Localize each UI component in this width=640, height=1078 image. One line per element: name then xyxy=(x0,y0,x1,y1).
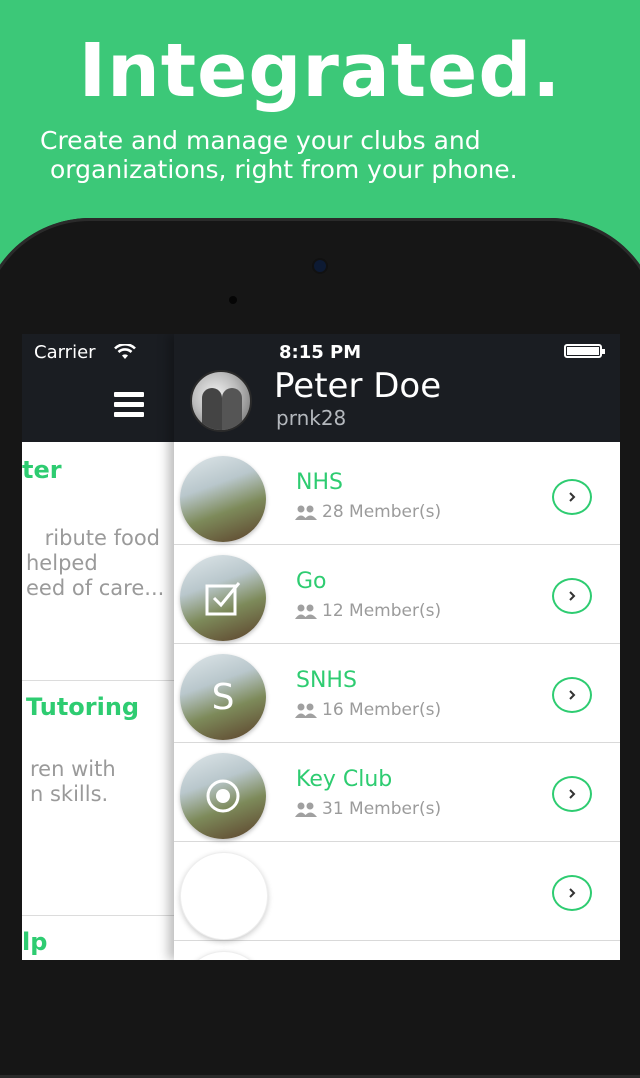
drawer-item-desc: ren with n skills. xyxy=(22,757,174,807)
hamburger-icon[interactable] xyxy=(114,392,144,418)
open-club-button[interactable] xyxy=(552,479,592,515)
drawer-item-desc: ribute food helped eed of care... xyxy=(22,526,174,601)
avatar[interactable] xyxy=(190,370,252,432)
clubs-panel: 8:15 PM Peter Doe prnk28 NHS 28 Member(s… xyxy=(174,334,620,960)
club-thumbnail xyxy=(180,951,268,960)
drawer-desc-line: eed of care... xyxy=(26,576,165,600)
status-time: 8:15 PM xyxy=(279,342,362,363)
chevron-right-icon xyxy=(569,690,576,700)
drawer-desc-line: helped xyxy=(26,551,98,575)
club-thumbnail xyxy=(180,753,266,839)
chevron-right-icon xyxy=(569,492,576,502)
drawer-desc-line: ribute food xyxy=(44,526,160,550)
club-row[interactable]: Key Club 31 Member(s) xyxy=(174,743,620,842)
profile-header: 8:15 PM Peter Doe prnk28 xyxy=(174,334,620,442)
club-row[interactable]: NHS 28 Member(s) xyxy=(174,446,620,545)
drawer-item-title: Tutoring xyxy=(26,693,140,721)
member-count-label: 28 Member(s) xyxy=(322,502,442,522)
club-name: SNHS xyxy=(296,668,357,693)
club-member-count: 16 Member(s) xyxy=(294,700,441,720)
open-club-button[interactable] xyxy=(552,776,592,812)
club-row[interactable]: S SNHS 16 Member(s) xyxy=(174,644,620,743)
chevron-right-icon xyxy=(569,888,576,898)
drawer-item-title: lp xyxy=(22,928,48,956)
club-row[interactable]: Go 12 Member(s) xyxy=(174,545,620,644)
wifi-icon xyxy=(114,344,136,359)
club-member-count: 12 Member(s) xyxy=(294,601,441,621)
members-icon xyxy=(295,604,317,619)
member-count-label: 16 Member(s) xyxy=(322,700,442,720)
profile-handle: prnk28 xyxy=(276,406,347,430)
battery-icon xyxy=(564,344,605,358)
drawer-desc-line: ren with xyxy=(30,757,116,781)
club-thumbnail xyxy=(180,456,266,542)
drawer-item[interactable]: Tutoring ren with n skills. xyxy=(22,681,174,916)
side-drawer: Carrier ter ribute food helped eed of ca… xyxy=(22,334,174,960)
club-thumbnail xyxy=(180,852,268,940)
open-club-button[interactable] xyxy=(552,875,592,911)
club-member-count: 31 Member(s) xyxy=(294,799,441,819)
chevron-right-icon xyxy=(569,789,576,799)
phone-sensor xyxy=(229,296,237,304)
member-count-label: 31 Member(s) xyxy=(322,799,442,819)
open-club-button[interactable] xyxy=(552,677,592,713)
club-name: Key Club xyxy=(296,767,393,792)
radio-glyph-icon xyxy=(180,753,266,839)
phone-camera xyxy=(314,260,326,272)
members-icon xyxy=(295,505,317,520)
members-icon xyxy=(295,802,317,817)
promo-subline: Create and manage your clubs and organiz… xyxy=(40,126,620,184)
open-club-button[interactable] xyxy=(552,578,592,614)
promo-subline-2: organizations, right from your phone. xyxy=(50,155,518,184)
drawer-header: Carrier xyxy=(22,334,174,442)
carrier-label: Carrier xyxy=(34,342,96,363)
promo-subline-1: Create and manage your clubs and xyxy=(40,126,481,155)
club-member-count: 28 Member(s) xyxy=(294,502,441,522)
members-icon xyxy=(295,703,317,718)
club-row[interactable] xyxy=(174,941,620,960)
profile-name: Peter Doe xyxy=(274,366,442,406)
member-count-label: 12 Member(s) xyxy=(322,601,442,621)
promo-headline: Integrated. xyxy=(78,28,562,114)
drawer-item-title: ter xyxy=(22,456,62,484)
chevron-right-icon xyxy=(569,591,576,601)
club-thumbnail: S xyxy=(180,654,266,740)
drawer-desc-line: n skills. xyxy=(30,782,109,806)
club-name: NHS xyxy=(296,470,343,495)
drawer-item[interactable]: lp xyxy=(22,916,174,960)
phone-screen: Carrier ter ribute food helped eed of ca… xyxy=(22,334,620,960)
drawer-item[interactable]: ter ribute food helped eed of care... xyxy=(22,442,174,681)
club-thumbnail xyxy=(180,555,266,641)
checkbox-glyph-icon xyxy=(180,555,266,641)
club-name: Go xyxy=(296,569,327,594)
club-row[interactable] xyxy=(174,842,620,941)
club-initial: S xyxy=(211,676,235,718)
